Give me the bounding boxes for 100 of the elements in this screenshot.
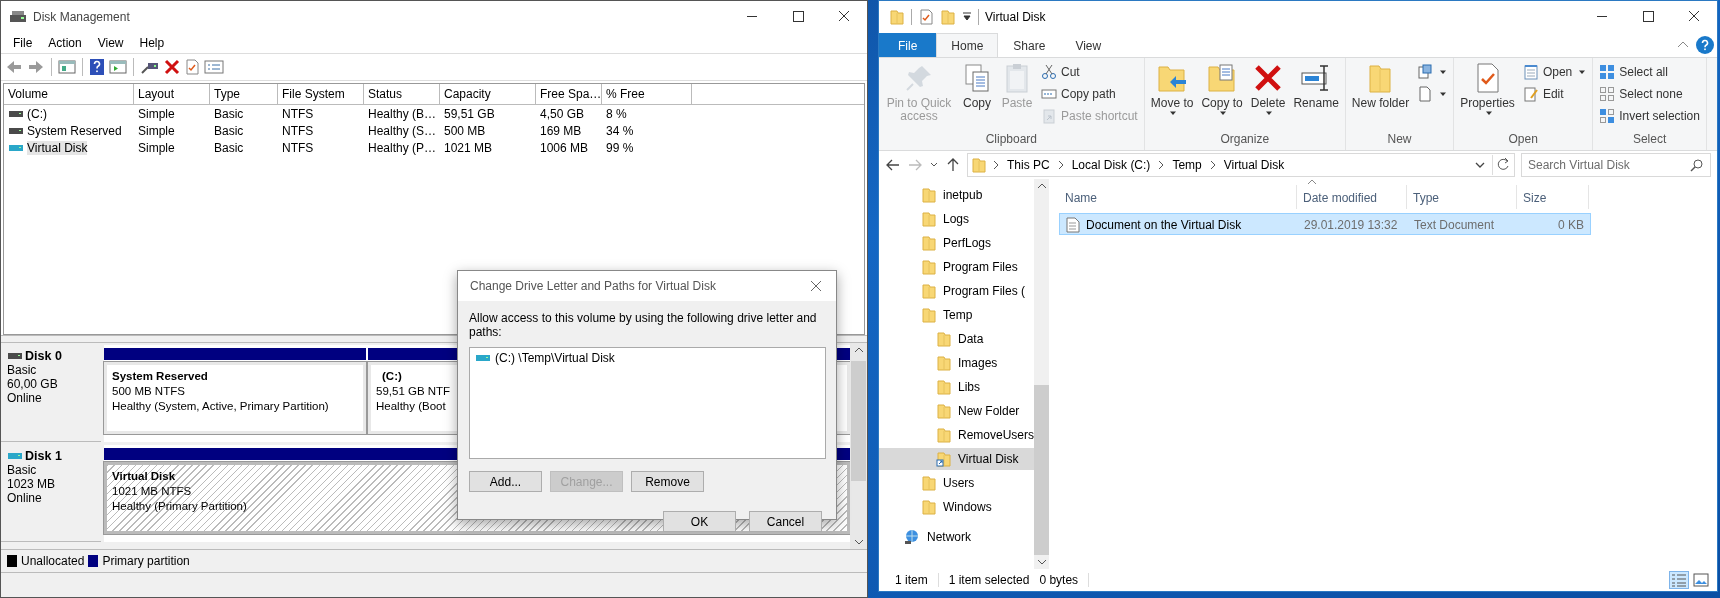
file-row[interactable]: Document on the Virtual Disk 29.01.2019 13:32 Text Document 0 KB	[1059, 213, 1591, 235]
delete-icon[interactable]	[164, 59, 180, 75]
column-header[interactable]: Layout	[134, 84, 210, 104]
path-list[interactable]: (C:) \Temp\Virtual Disk	[469, 347, 826, 459]
forward-icon[interactable]	[27, 59, 45, 75]
details-view-icon[interactable]	[1670, 572, 1688, 588]
column-header[interactable]: Status	[364, 84, 440, 104]
tree-item[interactable]: RemoveUsers	[879, 424, 1035, 446]
up-button[interactable]	[945, 157, 961, 173]
ribbon-tab[interactable]: File	[879, 33, 937, 57]
help-icon[interactable]	[1693, 33, 1717, 57]
dialog-button[interactable]: Add...	[469, 471, 542, 492]
new-folder-icon	[940, 9, 956, 25]
table-cell-text: Basic	[213, 105, 245, 122]
tree-item[interactable]: Program Files (	[879, 280, 1035, 302]
back-icon[interactable]	[5, 59, 23, 75]
tree-item[interactable]: Windows	[879, 496, 1035, 518]
menu-item[interactable]: Action	[40, 34, 90, 52]
column-header[interactable]: Type	[210, 84, 278, 104]
menu-item[interactable]: View	[89, 34, 132, 52]
ribbon-button[interactable]: Rename	[1290, 60, 1342, 132]
breadcrumb[interactable]: This PC	[1005, 158, 1052, 172]
column-header[interactable]: Date modified	[1297, 185, 1407, 209]
tree-item[interactable]: Network	[879, 526, 1035, 548]
legend-label: Primary partition	[102, 554, 190, 568]
breadcrumb[interactable]: Temp	[1170, 158, 1204, 172]
tree-item[interactable]: Temp	[879, 304, 1035, 326]
dialog-button[interactable]: Remove	[631, 471, 704, 492]
properties-icon[interactable]	[184, 59, 200, 75]
tree-item[interactable]: Users	[879, 472, 1035, 494]
dialog-button[interactable]: Cancel	[749, 511, 822, 532]
ribbon-tab[interactable]: View	[1060, 33, 1117, 57]
column-header[interactable]: Volume	[4, 84, 134, 104]
scrollbar[interactable]	[850, 343, 867, 549]
menu-item[interactable]: Help	[131, 34, 173, 52]
tree-item[interactable]: Data	[879, 328, 1035, 350]
scrollbar[interactable]	[1034, 179, 1050, 569]
ribbon-button[interactable]: New folder	[1348, 60, 1413, 132]
ribbon-button[interactable]: Properties	[1457, 60, 1518, 132]
column-header[interactable]: Type	[1407, 185, 1517, 209]
menu-item[interactable]: File	[5, 34, 41, 52]
ribbon-button[interactable]: Select all	[1596, 62, 1703, 82]
ribbon-button[interactable]: Delete	[1247, 60, 1289, 132]
tree-item[interactable]: Libs	[879, 376, 1035, 398]
address-bar[interactable]: This PC Local Disk (C:) Temp Virtual Disk	[967, 153, 1515, 177]
disk-name: Disk 1	[25, 449, 62, 463]
list-item[interactable]: (C:) \Temp\Virtual Disk	[495, 351, 615, 365]
customize-dropdown-icon[interactable]	[962, 11, 972, 23]
ribbon-button[interactable]: Move to	[1147, 60, 1197, 132]
column-header[interactable]: Size	[1517, 185, 1589, 209]
tree-item[interactable]: Virtual Disk	[879, 448, 1035, 470]
tree-item[interactable]: New Folder	[879, 400, 1035, 422]
ribbon-tab[interactable]: Share	[998, 33, 1061, 57]
file-name: Document on the Virtual Disk	[1086, 218, 1242, 232]
column-header[interactable]: Free Spa…	[536, 84, 602, 104]
ribbon-button[interactable]: Copy	[958, 60, 996, 132]
select-all-icon	[1599, 64, 1616, 80]
partition-box[interactable]: System Reserved 500 MB NTFS Healthy (System, Active, Primary Partition)	[104, 362, 366, 434]
back-button[interactable]	[885, 157, 901, 173]
table-cell[interactable]: (C:)	[27, 106, 47, 121]
action-pane-icon[interactable]	[109, 59, 127, 75]
ribbon-button[interactable]: Copy to	[1198, 60, 1246, 132]
ribbon-button[interactable]: Copy path	[1038, 84, 1141, 104]
large-icons-view-icon[interactable]	[1692, 572, 1710, 588]
tree-item[interactable]: Images	[879, 352, 1035, 374]
folder-icon	[936, 379, 952, 395]
folder-icon	[889, 9, 905, 25]
tree-item[interactable]: Program Files	[879, 256, 1035, 278]
group-label: Organize	[1219, 132, 1271, 148]
column-header[interactable]: Capacity	[440, 84, 536, 104]
console-tree-icon[interactable]	[58, 59, 76, 75]
dialog-button[interactable]: OK	[663, 511, 736, 532]
caret-icon	[1439, 69, 1448, 75]
ribbon-button[interactable]: Cut	[1038, 62, 1141, 82]
disk-info: Online	[7, 391, 43, 405]
tree-item[interactable]: inetpub	[879, 184, 1035, 206]
search-field[interactable]: Search Virtual Disk	[1521, 153, 1711, 177]
list-icon[interactable]	[204, 59, 224, 75]
table-cell[interactable]: System Reserved	[27, 123, 122, 138]
ribbon-tab[interactable]: Home	[936, 33, 999, 57]
tree-item[interactable]: PerfLogs	[879, 232, 1035, 254]
column-header[interactable]: File System	[278, 84, 364, 104]
partition-info: Healthy (Boot	[376, 399, 446, 414]
breadcrumb[interactable]: Virtual Disk	[1221, 158, 1287, 172]
column-header[interactable]: Name	[1059, 185, 1297, 209]
table-cell-text: Simple	[137, 122, 176, 139]
ribbon-button[interactable]: Select none	[1596, 84, 1703, 104]
group-label: New	[1386, 132, 1413, 148]
tree-item[interactable]: Logs	[879, 208, 1035, 230]
table-cell[interactable]: Virtual Disk	[27, 140, 88, 155]
help-icon[interactable]	[89, 58, 105, 76]
drive-icon	[8, 108, 24, 119]
forward-button[interactable]	[907, 157, 923, 173]
breadcrumb[interactable]: Local Disk (C:)	[1069, 158, 1153, 172]
ribbon-button[interactable]: Edit	[1519, 84, 1590, 104]
properties-icon[interactable]	[918, 9, 934, 25]
folder-icon	[921, 235, 937, 251]
ribbon-button[interactable]: Invert selection	[1596, 106, 1703, 126]
ribbon-button[interactable]: Open	[1519, 62, 1590, 82]
column-header[interactable]: % Free	[602, 84, 692, 104]
